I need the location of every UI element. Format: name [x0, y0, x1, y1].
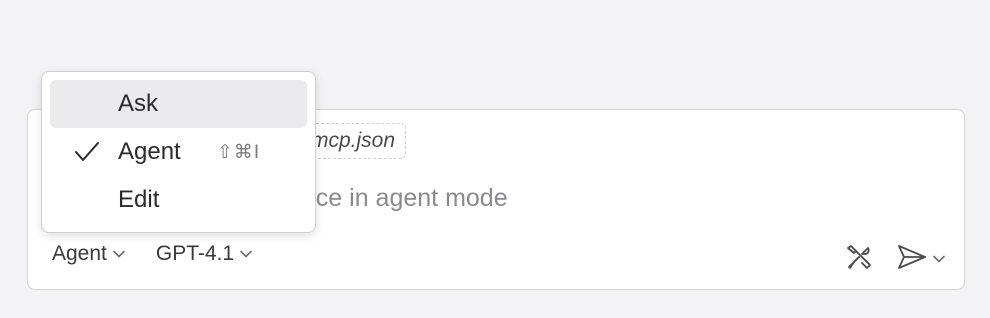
chat-panel: mcp.json pace in agent mode Agent GPT-4.… [0, 0, 990, 318]
mode-dropdown-menu: Ask Agent ⇧⌘I Edit [41, 71, 316, 233]
tools-icon [844, 242, 874, 277]
context-file-chip[interactable]: mcp.json [306, 123, 407, 159]
mode-picker[interactable]: Agent [52, 242, 126, 266]
menu-item-label: Edit [118, 186, 160, 213]
send-options-button[interactable] [932, 251, 946, 269]
mode-picker-label: Agent [52, 242, 107, 265]
chevron-down-icon [112, 249, 126, 259]
menu-item-edit[interactable]: Edit [50, 176, 307, 224]
chat-actions [844, 242, 946, 277]
send-icon [896, 243, 928, 276]
send-button[interactable] [896, 243, 928, 276]
configure-tools-button[interactable] [844, 242, 874, 277]
context-file-label: mcp.json [311, 129, 396, 152]
model-picker[interactable]: GPT-4.1 [156, 242, 253, 266]
model-picker-label: GPT-4.1 [155, 242, 235, 265]
chat-input-placeholder[interactable]: pace in agent mode [288, 184, 508, 213]
check-icon [74, 140, 100, 164]
chevron-down-icon [239, 249, 253, 259]
menu-item-label: Ask [118, 90, 159, 117]
chat-toolbar: Agent GPT-4.1 [52, 242, 283, 266]
chevron-down-icon [932, 251, 946, 269]
menu-item-shortcut: ⇧⌘I [217, 141, 261, 163]
menu-item-agent[interactable]: Agent ⇧⌘I [50, 128, 307, 176]
menu-item-ask[interactable]: Ask [50, 80, 307, 128]
menu-item-label: Agent [118, 138, 181, 165]
